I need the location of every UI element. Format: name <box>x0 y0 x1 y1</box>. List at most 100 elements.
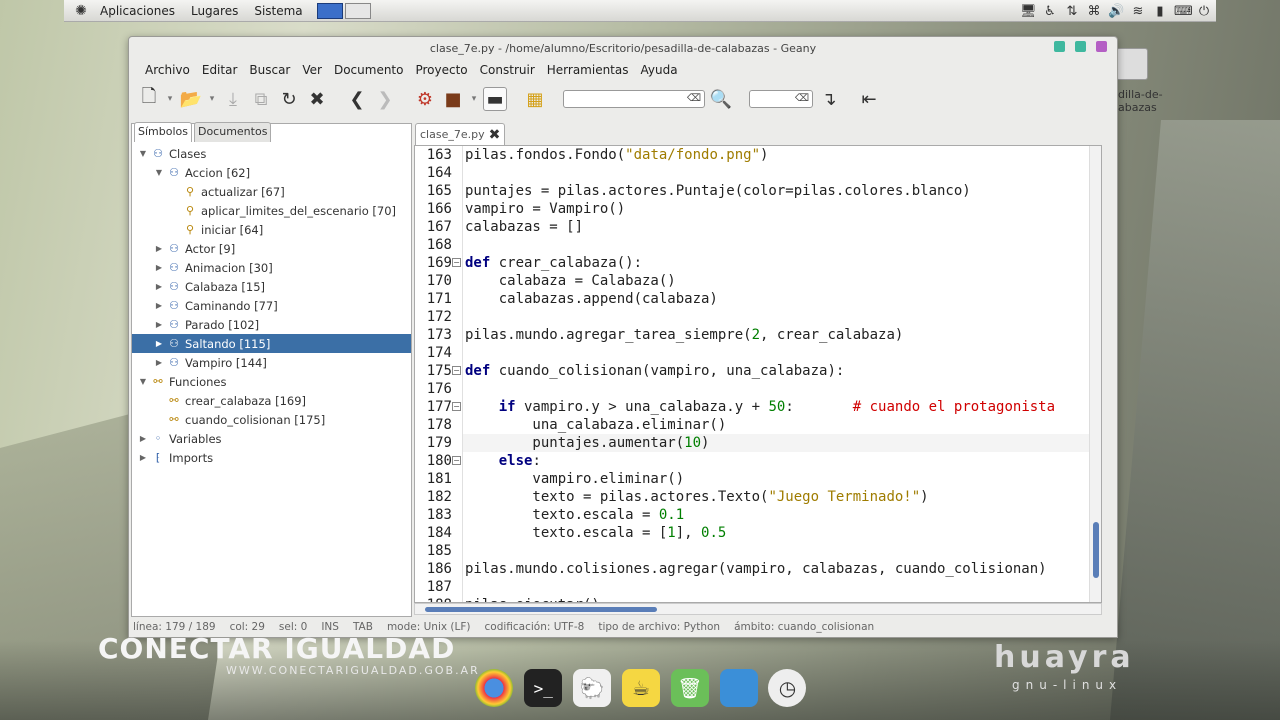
code-line[interactable]: calabaza = Calabaza() <box>463 272 1089 290</box>
vertical-scroll-thumb[interactable] <box>1093 522 1099 578</box>
panel-logo-icon[interactable]: ✺ <box>70 2 92 20</box>
tab-documentos[interactable]: Documentos <box>193 122 272 142</box>
open-file-icon[interactable]: 📂 <box>179 87 203 111</box>
open-file-dropdown-icon[interactable]: ▾ <box>207 94 217 104</box>
close-tab-icon[interactable]: ✖ <box>489 127 501 143</box>
tree-item[interactable]: ▶ ⚇ Parado [102] <box>132 315 411 334</box>
menu-editar[interactable]: Editar <box>196 63 244 77</box>
network-icon[interactable]: ⇅ <box>1064 4 1080 19</box>
expander-closed-icon[interactable]: ▶ <box>152 358 166 367</box>
maximize-button[interactable] <box>1075 41 1086 52</box>
horizontal-scrollbar[interactable] <box>414 603 1102 615</box>
expander-closed-icon[interactable]: ▶ <box>136 453 150 462</box>
tree-item[interactable]: ▶ ⚇ Actor [9] <box>132 239 411 258</box>
menu-aplicaciones[interactable]: Aplicaciones <box>92 4 183 18</box>
color-chooser-icon[interactable]: ▦ <box>523 87 547 111</box>
fold-marker-icon[interactable]: − <box>452 366 461 375</box>
menu-ver[interactable]: Ver <box>296 63 328 77</box>
tree-item[interactable]: ▶ ⚇ Calabaza [15] <box>132 277 411 296</box>
menu-documento[interactable]: Documento <box>328 63 410 77</box>
tree-item[interactable]: ▼ ⚯ Funciones <box>132 372 411 391</box>
menu-proyecto[interactable]: Proyecto <box>409 63 473 77</box>
code-line[interactable]: def cuando_colisionan(vampiro, una_calab… <box>463 362 1089 380</box>
save-all-icon[interactable]: ⧉ <box>249 87 273 111</box>
tree-item[interactable]: ▶ ⁅ Imports <box>132 448 411 467</box>
back-icon[interactable]: ❮ <box>345 87 369 111</box>
expander-closed-icon[interactable]: ▶ <box>152 244 166 253</box>
code-line[interactable]: vampiro.eliminar() <box>463 470 1089 488</box>
menu-archivo[interactable]: Archivo <box>139 63 196 77</box>
code-line[interactable]: texto.escala = [1], 0.5 <box>463 524 1089 542</box>
menu-herramientas[interactable]: Herramientas <box>541 63 635 77</box>
expander-closed-icon[interactable]: ▶ <box>152 339 166 348</box>
code-line[interactable] <box>463 542 1089 560</box>
fold-marker-icon[interactable]: − <box>452 456 461 465</box>
update-notifier-icon[interactable]: 🖥 <box>1020 4 1037 19</box>
build-icon[interactable]: ■ <box>441 87 465 111</box>
forward-icon[interactable]: ❯ <box>373 87 397 111</box>
code-line[interactable] <box>463 578 1089 596</box>
tab-simbolos[interactable]: Símbolos <box>134 122 192 142</box>
code-line[interactable] <box>463 236 1089 254</box>
code-area[interactable]: pilas.fondos.Fondo("data/fondo.png") punt… <box>463 146 1089 602</box>
code-line[interactable]: puntajes = pilas.actores.Puntaje(color=p… <box>463 182 1089 200</box>
editor-tab-file[interactable]: clase_7e.py ✖ <box>415 123 506 145</box>
expander-closed-icon[interactable]: ▶ <box>152 263 166 272</box>
workspace-switcher-1[interactable] <box>316 2 343 19</box>
code-line[interactable] <box>463 308 1089 326</box>
keyboard-icon[interactable]: ⌨ <box>1174 4 1193 19</box>
code-line[interactable]: calabazas.append(calabaza) <box>463 290 1089 308</box>
workspace-switcher-2[interactable] <box>344 2 371 19</box>
menu-lugares[interactable]: Lugares <box>183 4 246 18</box>
tree-item[interactable]: ▶ ⚇ Saltando [115] <box>132 334 411 353</box>
power-icon[interactable]: ⏻ <box>1196 4 1212 19</box>
expander-closed-icon[interactable]: ▶ <box>152 301 166 310</box>
compile-icon[interactable]: ⚙ <box>413 87 437 111</box>
battery-icon[interactable]: ▮ <box>1152 4 1168 19</box>
trash-icon[interactable]: 🗑 <box>670 669 709 707</box>
clock-icon[interactable]: ◷ <box>768 669 807 707</box>
window-titlebar[interactable]: clase_7e.py - /home/alumno/Escritorio/pe… <box>129 37 1117 59</box>
clear-search-icon[interactable]: ⌫ <box>687 93 701 104</box>
horizontal-scroll-thumb[interactable] <box>425 607 657 612</box>
new-file-icon[interactable]: 🗋 <box>137 86 161 111</box>
menu-ayuda[interactable]: Ayuda <box>635 63 684 77</box>
reload-icon[interactable]: ↻ <box>277 87 301 111</box>
teapot-icon[interactable]: ☕ <box>621 669 660 707</box>
menu-sistema[interactable]: Sistema <box>246 4 310 18</box>
expander-closed-icon[interactable]: ▶ <box>136 434 150 443</box>
tree-item[interactable]: ⚯ cuando_colisionan [175] <box>132 410 411 429</box>
build-dropdown-icon[interactable]: ▾ <box>469 94 479 104</box>
goto-line-input[interactable]: ⌫ <box>749 90 813 108</box>
expander-closed-icon[interactable]: ▶ <box>152 320 166 329</box>
new-file-dropdown-icon[interactable]: ▾ <box>165 94 175 104</box>
code-line[interactable]: else: <box>463 452 1089 470</box>
tree-item[interactable]: ⚲ aplicar_limites_del_escenario [70] <box>132 201 411 220</box>
menu-buscar[interactable]: Buscar <box>243 63 296 77</box>
code-line[interactable]: vampiro = Vampiro() <box>463 200 1089 218</box>
code-line[interactable] <box>463 344 1089 362</box>
code-line[interactable]: def crear_calabaza(): <box>463 254 1089 272</box>
code-line[interactable]: texto.escala = 0.1 <box>463 506 1089 524</box>
close-file-icon[interactable]: ✖ <box>305 87 329 111</box>
code-line[interactable]: pilas.fondos.Fondo("data/fondo.png") <box>463 146 1089 164</box>
fold-marker-icon[interactable]: − <box>452 402 461 411</box>
wifi-icon[interactable]: ≋ <box>1130 4 1146 19</box>
tree-item[interactable]: ⚲ actualizar [67] <box>132 182 411 201</box>
code-line[interactable]: una_calabaza.eliminar() <box>463 416 1089 434</box>
close-window-button[interactable] <box>1096 41 1107 52</box>
code-line[interactable]: pilas.ejecutar() <box>463 596 1089 602</box>
expander-closed-icon[interactable]: ▶ <box>152 282 166 291</box>
code-line[interactable]: pilas.mundo.colisiones.agregar(vampiro, … <box>463 560 1089 578</box>
desktop-folder-icon[interactable] <box>1116 48 1148 80</box>
goto-line-icon[interactable]: ↴ <box>817 87 841 111</box>
expander-open-icon[interactable]: ▼ <box>152 168 166 177</box>
vertical-scrollbar[interactable] <box>1089 146 1101 602</box>
tree-item[interactable]: ▶ ⚇ Caminando [77] <box>132 296 411 315</box>
code-line[interactable]: puntajes.aumentar(10) <box>463 434 1089 452</box>
game-icon[interactable]: 🐑 <box>573 669 612 707</box>
tree-item[interactable]: ⚲ iniciar [64] <box>132 220 411 239</box>
code-editor[interactable]: 163 164 165 166 167 168 169−170 171 172 173 174 175… <box>414 145 1102 603</box>
tree-item[interactable]: ⚯ crear_calabaza [169] <box>132 391 411 410</box>
code-line[interactable] <box>463 380 1089 398</box>
